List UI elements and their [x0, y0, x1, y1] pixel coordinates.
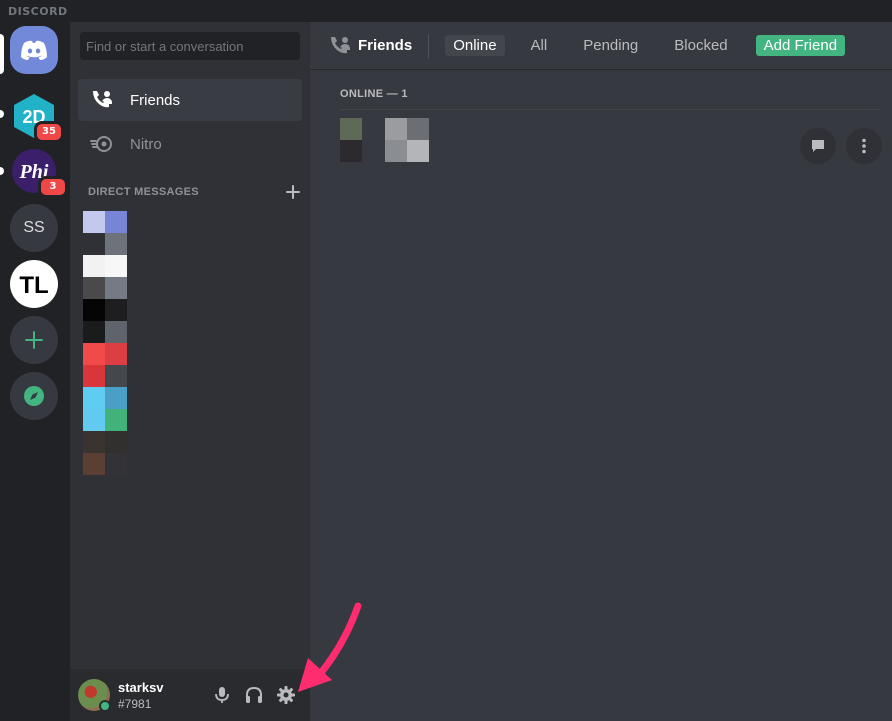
sidebar-item-label: Friends [130, 91, 181, 109]
home-button[interactable] [10, 26, 58, 74]
list-item[interactable] [83, 211, 127, 233]
explore-servers-button[interactable] [10, 372, 58, 420]
discord-logo-icon [21, 40, 47, 60]
tab-pending[interactable]: Pending [575, 35, 646, 56]
section-divider [340, 109, 880, 110]
tab-all[interactable]: All [523, 35, 556, 56]
server-tl-icon: TL [12, 262, 56, 306]
vertical-ellipsis-icon [862, 138, 866, 154]
selected-server-pill [0, 34, 4, 74]
message-friend-button[interactable] [800, 128, 836, 164]
unread-pill [0, 167, 4, 175]
online-status-dot [99, 700, 111, 712]
list-item[interactable] [83, 233, 127, 255]
add-friend-button[interactable]: Add Friend [755, 35, 846, 56]
sidebar-item-friends[interactable]: Friends [78, 79, 302, 121]
page-title: Friends [358, 37, 413, 54]
compass-icon [24, 386, 44, 406]
deafen-button[interactable] [242, 683, 266, 707]
server-tl[interactable]: TL [10, 260, 58, 308]
friends-icon [328, 34, 352, 58]
server-rail: 2D 35 Phi 3 SS TL [0, 22, 70, 721]
list-item[interactable] [83, 299, 127, 321]
sidebar-item-label: Nitro [130, 135, 162, 153]
dm-header: DIRECT MESSAGES [88, 185, 300, 199]
friends-icon [90, 88, 114, 112]
list-item[interactable] [83, 409, 127, 431]
list-item[interactable] [83, 453, 127, 475]
user-settings-button[interactable] [274, 683, 298, 707]
friend-name-pixelated [385, 118, 429, 162]
list-item[interactable] [83, 365, 127, 387]
dm-header-label: DIRECT MESSAGES [88, 186, 199, 198]
nitro-icon [90, 132, 114, 156]
friends-header: Friends Online All Pending Blocked Add F… [310, 22, 892, 70]
plus-icon [25, 331, 43, 349]
title-bar: DISCORD [0, 0, 892, 22]
list-item[interactable] [83, 343, 127, 365]
chat-bubble-icon [812, 140, 824, 152]
list-item[interactable] [83, 255, 127, 277]
mute-button[interactable] [210, 683, 234, 707]
server-2d-badge: 35 [34, 121, 64, 143]
headphones-icon [246, 686, 262, 703]
list-item[interactable] [83, 387, 127, 409]
tab-online[interactable]: Online [445, 35, 505, 56]
create-dm-icon[interactable] [286, 185, 300, 199]
more-options-button[interactable] [846, 128, 882, 164]
username: starksv [118, 680, 164, 695]
user-panel: starksv #7981 [70, 669, 310, 721]
online-count-heading: ONLINE — 1 [340, 88, 408, 100]
server-ss[interactable]: SS [10, 204, 58, 252]
search-input[interactable] [80, 32, 300, 60]
sidebar-item-nitro[interactable]: Nitro [78, 123, 302, 165]
microphone-icon [215, 687, 229, 703]
discord-app: DISCORD 2D 35 Phi 3 SS TL Find or start … [0, 0, 892, 721]
user-tag: #7981 [118, 697, 152, 711]
add-server-button[interactable] [10, 316, 58, 364]
friend-row[interactable] [330, 114, 882, 164]
header-divider [428, 33, 430, 58]
tab-blocked[interactable]: Blocked [666, 35, 735, 56]
dm-sidebar: Friends Nitro DIRECT MESSAGES [70, 22, 310, 721]
list-item[interactable] [83, 321, 127, 343]
dm-list [83, 211, 127, 475]
svg-text:TL: TL [19, 272, 48, 299]
unread-pill [0, 110, 4, 118]
server-ss-label: SS [23, 219, 45, 236]
friend-avatar [340, 118, 362, 162]
friends-main: Friends Online All Pending Blocked Add F… [310, 22, 892, 721]
list-item[interactable] [83, 431, 127, 453]
list-item[interactable] [83, 277, 127, 299]
server-phi-badge: 3 [38, 176, 68, 198]
discord-wordmark: DISCORD [8, 5, 68, 18]
gear-icon [277, 686, 295, 704]
